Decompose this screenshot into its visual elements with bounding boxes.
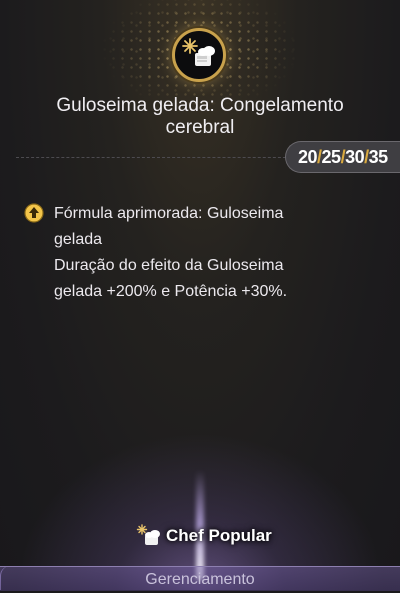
level-value: 35: [368, 147, 389, 167]
chef-popular-badge: Chef Popular: [128, 520, 278, 550]
chef-popular-label: Chef Popular: [166, 526, 272, 545]
effect-line: gelada: [54, 231, 103, 248]
frozen-treat-icon: [172, 28, 226, 82]
chef-icon: [136, 523, 162, 547]
level-thresholds-badge: 20/25/30/35: [285, 141, 400, 173]
level-value: 20: [298, 147, 318, 167]
effect-line: Fórmula aprimorada: Guloseima: [54, 205, 284, 222]
effect-description: Fórmula aprimorada: Guloseima gelada Dur…: [54, 201, 384, 305]
level-value: 25: [321, 147, 342, 167]
skill-title: Guloseima gelada: Congelamento cerebral: [56, 95, 344, 138]
effect-line: Duração do efeito da Guloseima: [54, 257, 284, 274]
tab-gerenciamento[interactable]: Gerenciamento: [0, 566, 400, 591]
upgrade-arrow-icon: [24, 203, 44, 223]
level-value: 30: [345, 147, 365, 167]
title-divider: [16, 157, 296, 158]
effect-line: gelada +200% e Potência +30%.: [54, 283, 288, 300]
